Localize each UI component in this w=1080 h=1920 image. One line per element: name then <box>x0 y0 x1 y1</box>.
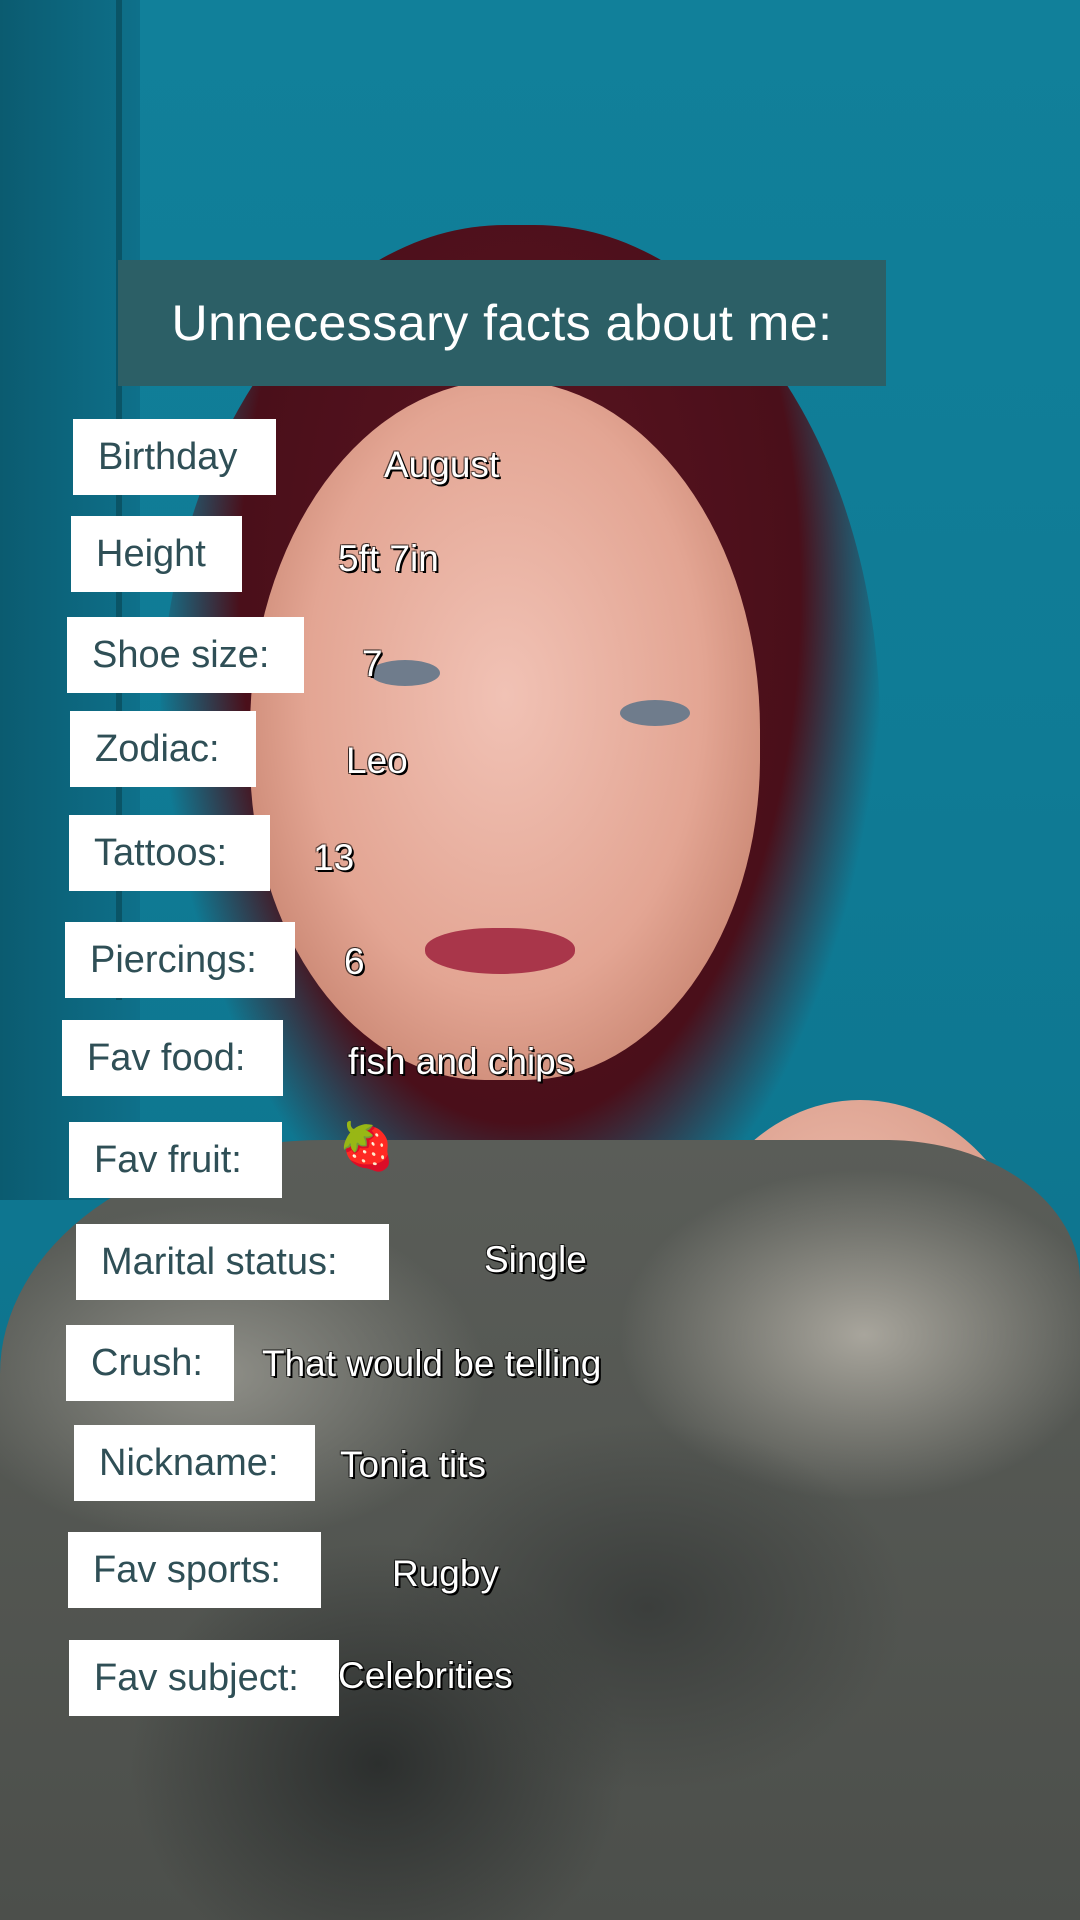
fact-value-birthday: August <box>384 444 500 485</box>
fact-label-tattoos: Tattoos: <box>69 815 270 891</box>
fact-value-crush: That would be telling <box>262 1343 602 1384</box>
fact-value-zodiac: Leo <box>346 740 408 781</box>
fact-value-fav-subject: Celebrities <box>338 1655 513 1696</box>
title-text: Unnecessary facts about me: <box>171 295 833 351</box>
fact-value-tattoos: 13 <box>313 837 355 878</box>
fact-label-shoe-size: Shoe size: <box>67 617 304 693</box>
fact-label-height: Height <box>71 516 242 592</box>
fact-label-fav-sports: Fav sports: <box>68 1532 321 1608</box>
strawberry-icon: 🍓 <box>338 1120 396 1172</box>
fact-value-height: 5ft 7in <box>338 538 439 579</box>
person-face <box>250 380 760 1080</box>
fact-label-nickname: Nickname: <box>74 1425 315 1501</box>
fact-label-marital-status: Marital status: <box>76 1224 389 1300</box>
fact-value-shoe-size: 7 <box>362 643 383 684</box>
person-eye-right <box>620 700 690 726</box>
fact-label-zodiac: Zodiac: <box>70 711 256 787</box>
fact-label-fav-subject: Fav subject: <box>69 1640 339 1716</box>
fact-label-piercings: Piercings: <box>65 922 295 998</box>
fact-value-nickname: Tonia tits <box>340 1444 487 1485</box>
fact-label-birthday: Birthday <box>73 419 276 495</box>
fact-label-fav-food: Fav food: <box>62 1020 283 1096</box>
fact-value-marital-status: Single <box>484 1239 587 1280</box>
photo-screen: Unnecessary facts about me: Birthday Aug… <box>0 0 1080 1920</box>
person-lips <box>425 928 575 974</box>
fact-value-fav-food: fish and chips <box>348 1041 575 1082</box>
fact-value-fav-sports: Rugby <box>392 1553 499 1594</box>
fact-value-piercings: 6 <box>344 941 365 982</box>
fact-label-crush: Crush: <box>66 1325 234 1401</box>
fact-label-fav-fruit: Fav fruit: <box>69 1122 282 1198</box>
title-banner: Unnecessary facts about me: <box>118 260 886 386</box>
